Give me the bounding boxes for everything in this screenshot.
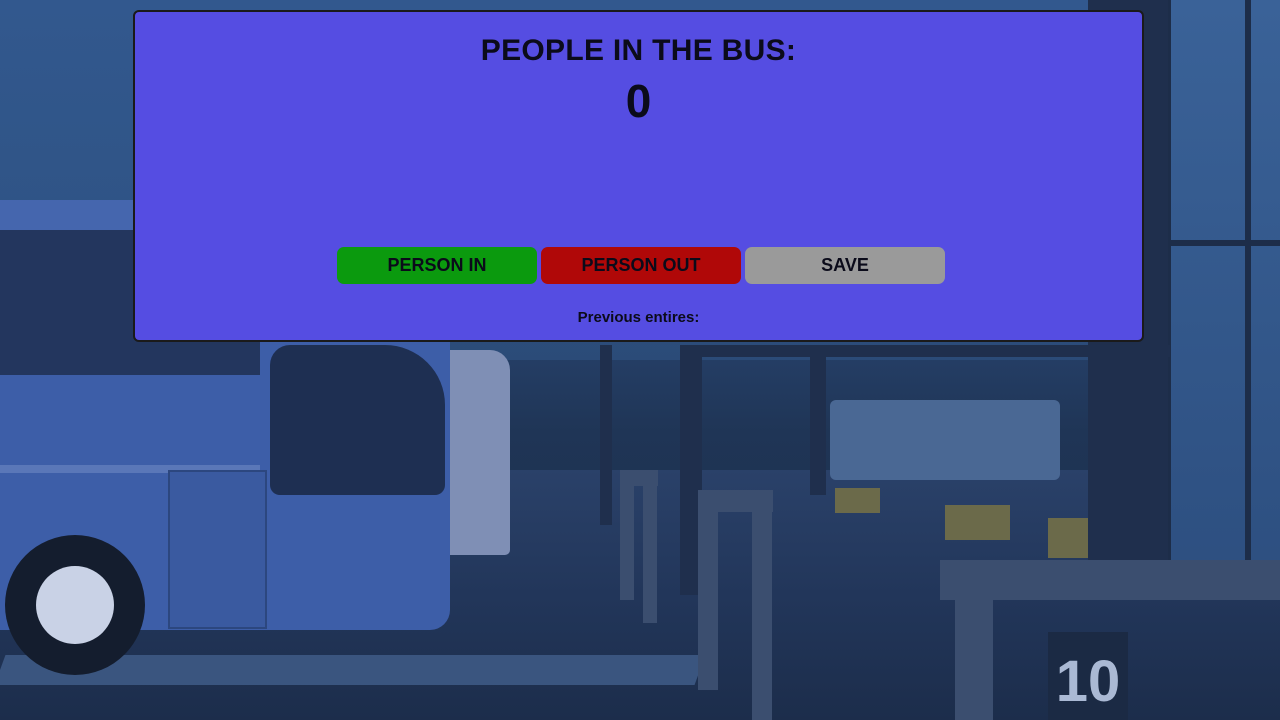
bench — [1048, 518, 1088, 558]
bus-wheel-hub — [36, 566, 114, 644]
railing-post — [955, 595, 993, 720]
canopy-pillar — [600, 345, 612, 525]
bench — [835, 488, 880, 513]
person-in-button[interactable]: PERSON IN — [337, 247, 537, 284]
bus-door — [168, 470, 267, 629]
railing-post — [643, 478, 657, 623]
bay-number-sign: 10 — [1048, 632, 1128, 720]
shelter — [830, 400, 1060, 480]
bench — [945, 505, 1010, 540]
bus-counter-panel: PEOPLE IN THE BUS: 0 PERSON IN PERSON OU… — [133, 10, 1144, 342]
canopy-pillar — [810, 345, 826, 495]
page-title: PEOPLE IN THE BUS: — [480, 34, 797, 67]
distant-bus — [440, 350, 510, 555]
railing-post — [752, 505, 772, 720]
previous-entries-label: Previous entires: — [577, 309, 700, 326]
railing-post — [620, 470, 634, 600]
person-out-button[interactable]: PERSON OUT — [541, 247, 741, 284]
station-glass-facade — [1165, 0, 1280, 580]
railing-post — [698, 490, 718, 690]
railing — [940, 560, 1280, 600]
people-count: 0 — [625, 75, 652, 127]
glass-frame — [1165, 240, 1280, 246]
save-button[interactable]: SAVE — [745, 247, 945, 284]
canopy-beam — [700, 345, 1170, 357]
bus-windshield — [270, 345, 445, 495]
action-buttons: PERSON IN PERSON OUT SAVE — [337, 247, 945, 284]
glass-frame — [1245, 0, 1251, 580]
